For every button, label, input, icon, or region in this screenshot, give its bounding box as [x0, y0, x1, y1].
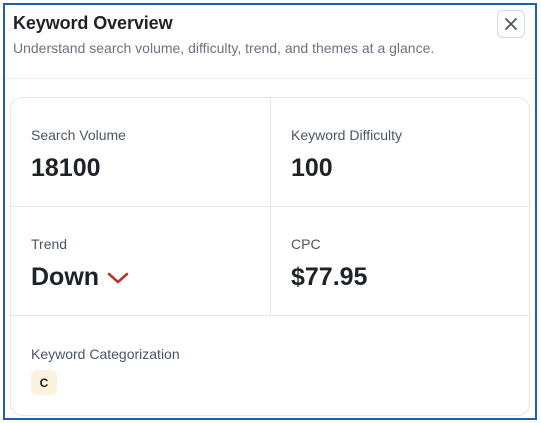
search-volume-cell: Search Volume 18100 [11, 98, 271, 207]
search-volume-value: 18100 [31, 154, 101, 182]
dialog-title: Keyword Overview [13, 13, 173, 33]
keyword-overview-dialog: Keyword Overview Understand search volum… [3, 3, 537, 420]
trend-label: Trend [31, 236, 68, 252]
close-button[interactable] [497, 10, 525, 38]
category-badge: C [31, 370, 57, 395]
trend-cell: Trend Down [11, 207, 271, 316]
cpc-label: CPC [291, 236, 321, 252]
cpc-cell: CPC $77.95 [271, 207, 529, 316]
dialog-subtitle: Understand search volume, difficulty, tr… [13, 40, 435, 56]
search-volume-label: Search Volume [31, 127, 126, 143]
cpc-value: $77.95 [291, 263, 368, 291]
categorization-label: Keyword Categorization [31, 346, 180, 362]
trend-value: Down [31, 263, 100, 291]
keyword-difficulty-value: 100 [291, 154, 333, 182]
keyword-difficulty-cell: Keyword Difficulty 100 [271, 98, 529, 207]
metrics-card: Search Volume 18100 Keyword Difficulty 1… [10, 97, 530, 416]
dialog-header: Keyword Overview Understand search volum… [5, 5, 535, 79]
trend-value-row: Down [31, 263, 129, 292]
close-icon [504, 17, 518, 31]
categorization-cell: Keyword Categorization C [11, 316, 529, 415]
keyword-difficulty-label: Keyword Difficulty [291, 127, 403, 143]
chevron-down-icon [107, 271, 129, 285]
